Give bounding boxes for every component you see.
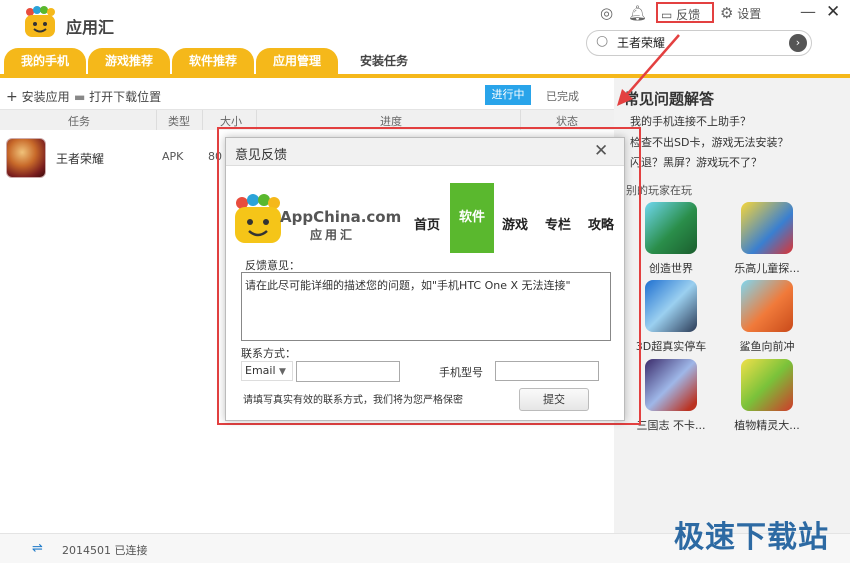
feedback-label: 反馈 [676,8,701,22]
close-icon[interactable]: ✕ [826,2,840,22]
feedback-icon: ▭ [661,8,673,22]
dialog-header: 意见反馈 ✕ [226,138,624,166]
faq-title: 常见问题解答 [624,90,715,108]
dialog-nav-software[interactable]: 软件 [450,183,494,253]
usb-icon: ⇌ [32,541,43,556]
honor-of-kings-icon [6,138,46,178]
gear-icon: ⚙ [720,4,734,22]
open-download-label: 打开下载位置 [89,90,162,104]
search-input[interactable] [617,35,767,49]
column-divider [156,110,157,130]
feedback-dialog: 意见反馈 ✕ AppChina.com 应用汇 首页 软件 游戏 专栏 攻略 反… [225,137,625,421]
contact-label: 联系方式： [241,347,296,360]
settings-button[interactable]: ⚙ 设置 [720,4,761,22]
dialog-nav-columns[interactable]: 专栏 [545,214,571,233]
column-divider [202,110,203,130]
folder-icon: ▬ [74,90,86,104]
dialog-nav-home[interactable]: 首页 [414,214,440,233]
device-status: 2014501 已连接 [62,544,148,557]
open-download-button[interactable]: ▬ 打开下载位置 [74,88,161,105]
contact-type-select[interactable]: Email ▼ [241,361,293,381]
tab-install-tasks[interactable]: 安装任务 [346,48,422,74]
minimize-icon[interactable]: — [800,2,816,21]
app-tile-name: 鲨鱼向前冲 [739,340,795,353]
settings-label: 设置 [737,7,762,21]
faq-link[interactable]: 检查不出SD卡，游戏无法安装？ [630,134,788,150]
task-toolbar: + 安装应用 ▬ 打开下载位置 进行中 已完成 [0,80,614,110]
task-type: APK [162,150,184,163]
privacy-notice: 请填写真实有效的联系方式，我们将为您严格保密 [243,395,463,406]
three-kingdoms-icon [645,359,697,411]
search-bar[interactable]: ○ › [586,30,812,56]
plus-icon: + [6,89,18,105]
phone-model-label: 手机型号 [439,366,483,379]
tab-game-recommend[interactable]: 游戏推荐 [88,48,170,74]
column-header: 任务 [68,115,90,128]
watermark-text: 极速下载站 [674,520,829,555]
tab-my-phone[interactable]: 我的手机 [4,48,86,74]
parking-3d-icon [645,280,697,332]
chevron-down-icon: ▼ [279,367,286,377]
app-tile[interactable]: 鲨鱼向前冲 [724,280,810,354]
dialog-nav-games[interactable]: 游戏 [502,214,528,233]
faq-link[interactable]: 我的手机连接不上助手？ [630,113,751,129]
app-tile-name: 乐高儿童探... [734,262,800,275]
dialog-title: 意见反馈 [235,148,288,163]
status-running-tab[interactable]: 进行中 [485,85,531,105]
install-app-label: 安装应用 [21,90,70,104]
appchina-logo [235,194,281,243]
weibo-icon[interactable]: ◎ [600,4,613,22]
tab-app-manage[interactable]: 应用管理 [256,48,338,74]
search-icon: ○ [596,33,609,49]
task-name: 王者荣耀 [56,152,105,166]
feedback-textarea[interactable]: 请在此尽可能详细的描述您的问题，如"手机HTC One X 无法连接" [241,272,611,341]
brand-name: AppChina.com [280,208,402,226]
feedback-label: 反馈意见： [245,259,300,272]
bell-icon[interactable]: 🔔︎ [628,4,647,22]
shark-dash-icon [741,280,793,332]
lego-kids-icon [741,202,793,254]
app-logo [25,6,55,37]
search-go-icon[interactable]: › [789,34,807,52]
dialog-close-icon[interactable]: ✕ [594,141,608,161]
contact-type-value: Email [245,364,276,377]
submit-button[interactable]: 提交 [519,388,589,411]
contact-input[interactable] [296,361,400,382]
install-app-button[interactable]: + 安装应用 [6,88,70,105]
right-sidebar: 常见问题解答 我的手机连接不上助手？ 检查不出SD卡，游戏无法安装？ 闪退？黑屏… [614,78,850,533]
column-header: 类型 [168,115,190,128]
app-tile[interactable]: 植物精灵大... [724,359,810,433]
craft-world-icon [645,202,697,254]
tab-software-recommend[interactable]: 软件推荐 [172,48,254,74]
app-title: 应用汇 [66,18,115,37]
status-done-tab[interactable]: 已完成 [546,88,579,104]
app-tile[interactable]: 乐高儿童探... [724,202,810,276]
plant-spirit-icon [741,359,793,411]
app-tile-name: 植物精灵大... [734,419,800,432]
faq-link[interactable]: 闪退？黑屏？游戏玩不了？ [630,154,762,170]
feedback-button[interactable]: ▭ 反馈 [656,2,714,23]
phone-model-input[interactable] [495,361,599,381]
dialog-nav-guides[interactable]: 攻略 [588,214,614,233]
brand-subtitle: 应用汇 [310,228,356,242]
